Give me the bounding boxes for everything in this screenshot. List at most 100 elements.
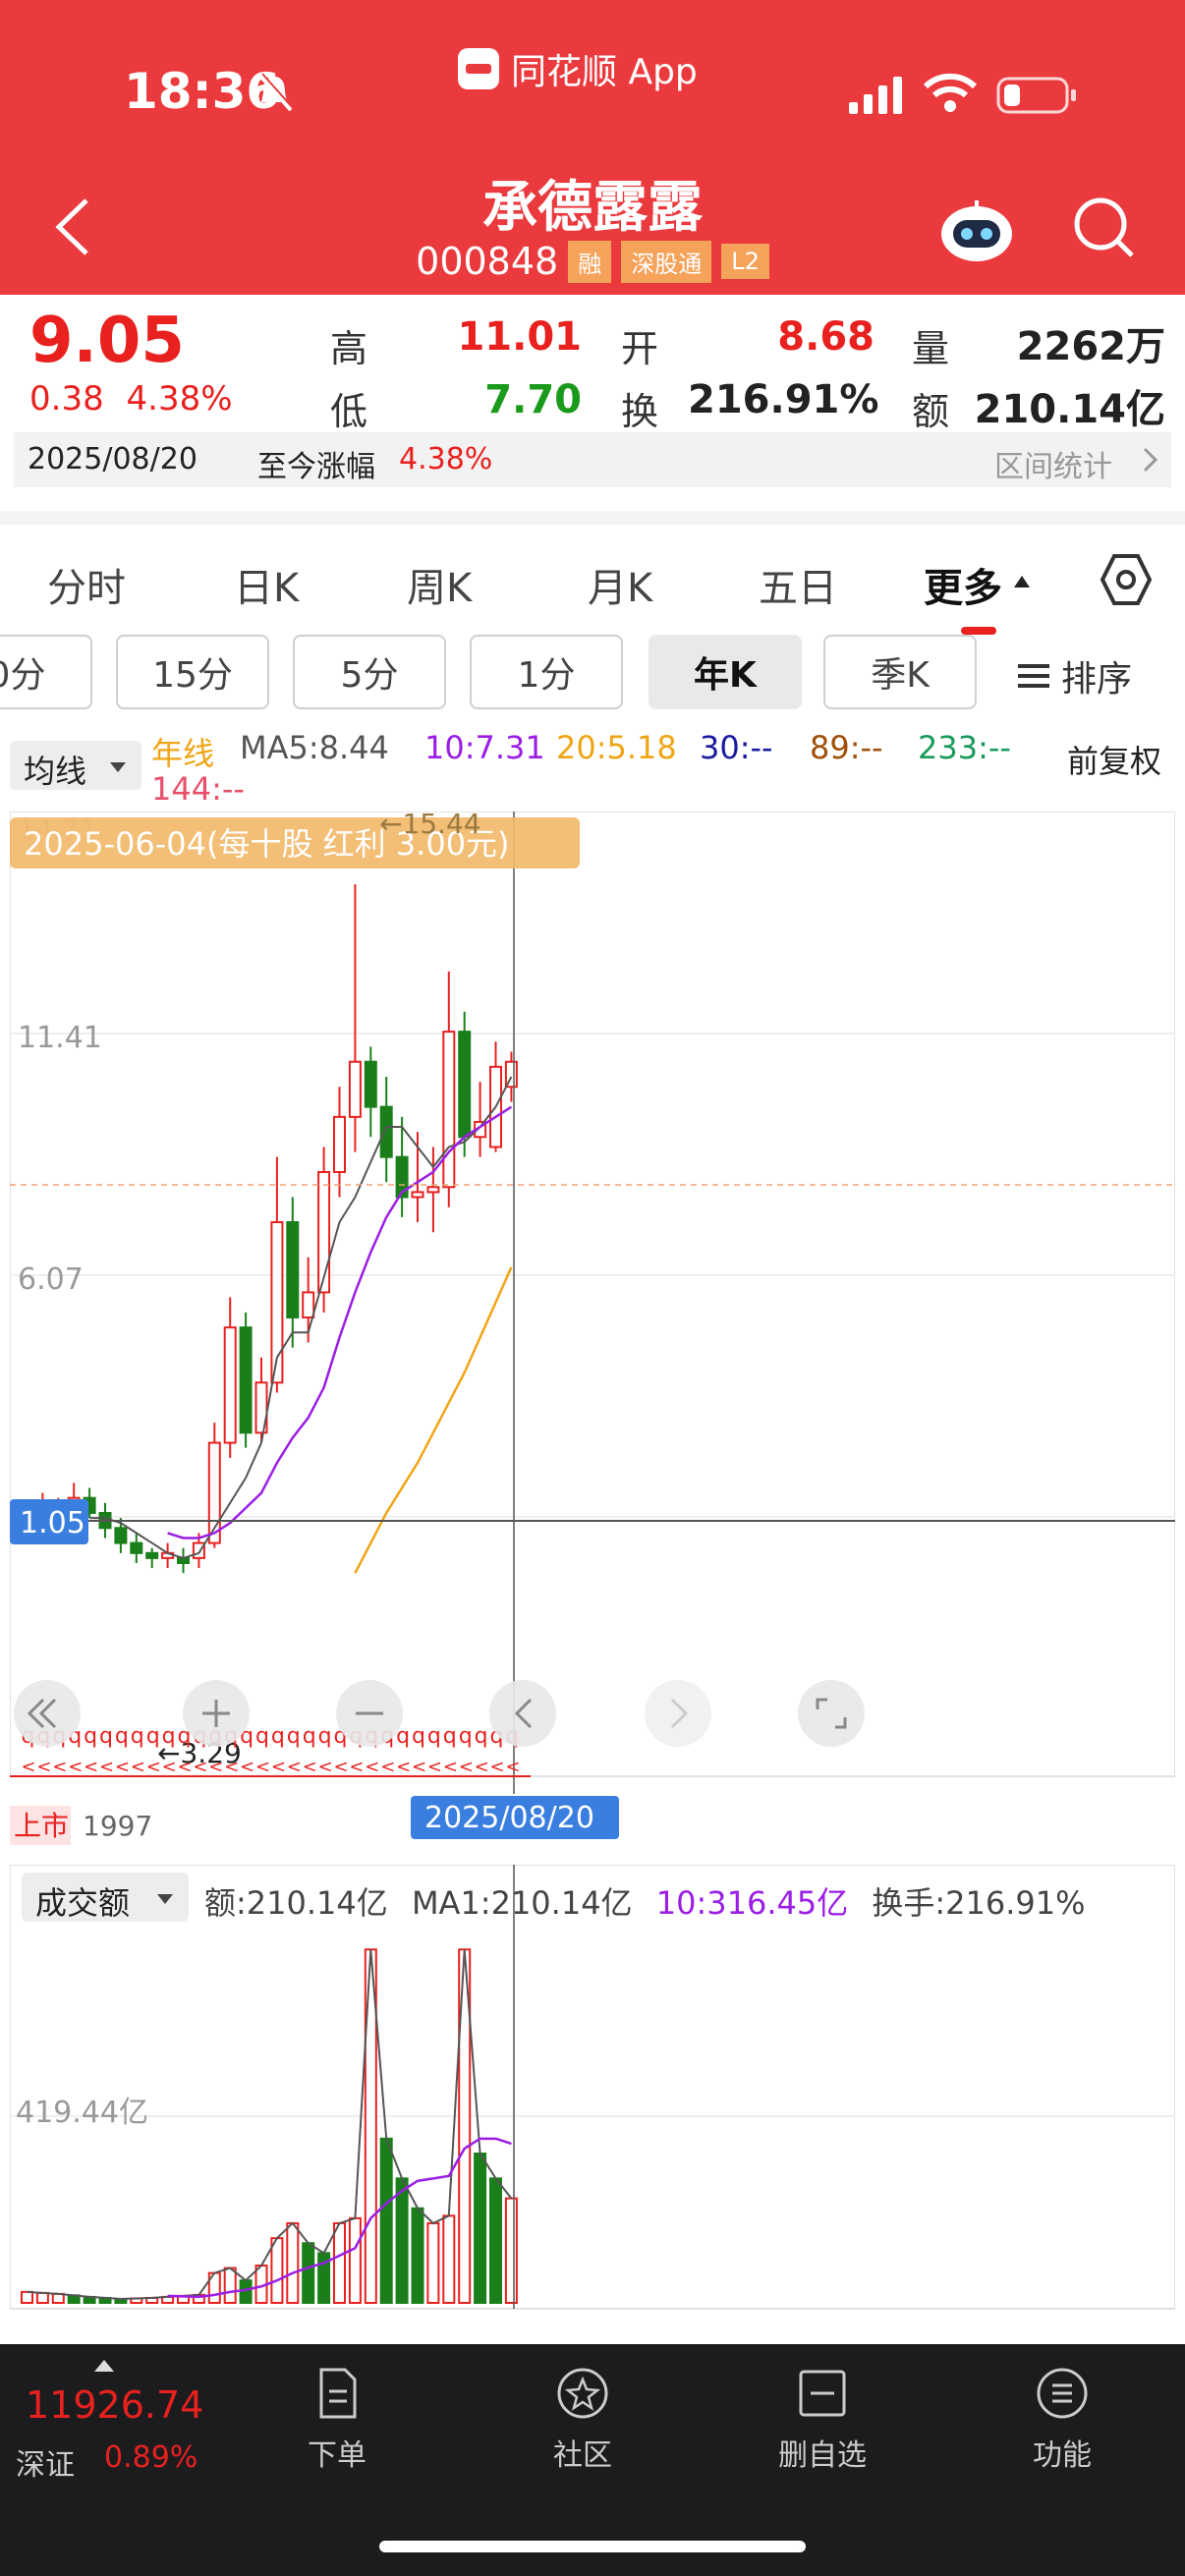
volume-bar xyxy=(489,2177,502,2304)
ma5-label: MA5:8.44 xyxy=(240,729,389,766)
dividend-marker: q xyxy=(443,1724,457,1749)
cursor-date: 2025/08/20 xyxy=(424,1801,594,1835)
ma-legend: 均线 年线 MA5:8.44 10:7.31 20:5.18 30:-- 89:… xyxy=(0,727,1185,815)
turnover-value: 216.91% xyxy=(688,377,879,422)
mute-bell-icon xyxy=(257,73,295,112)
tab-five-day[interactable]: 五日 xyxy=(759,556,837,613)
sort-button[interactable]: 排序 xyxy=(1018,650,1132,701)
dividend-marker: q xyxy=(131,1724,144,1749)
candle-body xyxy=(364,1060,377,1108)
split-marker: < xyxy=(505,1757,520,1777)
nav-functions[interactable]: 功能 xyxy=(998,2364,1126,2474)
scroll-right-button[interactable] xyxy=(645,1680,711,1747)
scroll-left-button[interactable] xyxy=(489,1680,556,1747)
split-marker: < xyxy=(162,1757,177,1777)
tab-daily[interactable]: 日K xyxy=(234,556,299,613)
ma144-label: 144:-- xyxy=(151,770,245,808)
split-marker: < xyxy=(443,1757,458,1777)
candle-body xyxy=(411,1191,424,1199)
volume-bar xyxy=(333,2221,346,2304)
ma-selector[interactable]: 均线 xyxy=(10,741,141,790)
settings-hexagon-icon[interactable] xyxy=(1099,552,1154,607)
amount-value: 210.14亿 xyxy=(974,387,1165,432)
split-marker: < xyxy=(427,1757,442,1777)
year-line-label: 年线 xyxy=(151,735,215,772)
volume-value: 2262万 xyxy=(1016,324,1165,369)
chevron-right-icon xyxy=(1143,447,1158,473)
volume-bar xyxy=(426,2221,440,2304)
search-icon[interactable] xyxy=(1069,193,1138,261)
candle-body xyxy=(442,1031,456,1189)
volume-bar xyxy=(223,2267,237,2305)
home-indicator xyxy=(379,2541,806,2552)
subtab-15min[interactable]: 15分 xyxy=(116,635,269,709)
volume-bar xyxy=(348,2216,362,2304)
ma-selector-label: 均线 xyxy=(24,753,87,790)
nav-community[interactable]: 社区 xyxy=(519,2364,647,2474)
high-marker: ←15.44 xyxy=(379,812,481,840)
dividend-marker: q xyxy=(162,1724,176,1749)
turnover-label: 换 xyxy=(621,390,659,433)
split-marker: < xyxy=(146,1757,161,1777)
volume-bar xyxy=(35,2291,49,2304)
subtab-yearly[interactable]: 年K xyxy=(649,635,802,709)
range-bar[interactable]: 2025/08/20 至今涨幅 4.38% 区间统计 xyxy=(14,432,1171,487)
nav-remove-watchlist[interactable]: 删自选 xyxy=(759,2364,886,2474)
tab-monthly[interactable]: 月K xyxy=(588,556,652,613)
split-marker: < xyxy=(380,1757,395,1777)
tab-intraday[interactable]: 分时 xyxy=(47,556,126,613)
volume-bar xyxy=(395,2177,409,2304)
candle-body xyxy=(458,1031,472,1139)
candle-body xyxy=(223,1326,237,1444)
wifi-icon xyxy=(924,73,977,112)
dividend-marker: q xyxy=(287,1724,301,1749)
split-marker: < xyxy=(193,1757,207,1777)
subtab-quarterly[interactable]: 季K xyxy=(823,635,977,709)
scroll-left-fast-button[interactable] xyxy=(14,1680,81,1747)
volume-y-label: 419.44亿 xyxy=(16,2096,148,2130)
subtab-1min[interactable]: 1分 xyxy=(470,635,623,709)
change-percent: 4.38% xyxy=(126,379,233,419)
volume-bar xyxy=(286,2221,300,2304)
amount-label: 额 xyxy=(912,390,950,433)
dividend-marker: q xyxy=(99,1724,113,1749)
volume-chart[interactable]: 419.44亿 xyxy=(10,1865,1175,2317)
last-price: 9.05 xyxy=(29,305,185,377)
subtab-5min[interactable]: 5分 xyxy=(293,635,446,709)
kline-chart[interactable]: 14.71 11.41 6.07 1.05 2025-06-04(每十股 红利 … xyxy=(10,812,1175,1853)
nav-order[interactable]: 下单 xyxy=(273,2364,401,2474)
ai-assistant-icon[interactable] xyxy=(933,196,1020,265)
ma20-label: 20:5.18 xyxy=(556,729,677,766)
ma30-label: 30:-- xyxy=(700,729,773,766)
list-icon xyxy=(1018,664,1049,688)
split-marker: < xyxy=(490,1757,505,1777)
price-change: 0.38 4.38% xyxy=(29,379,233,419)
fullscreen-button[interactable] xyxy=(798,1680,865,1747)
nav-remove-watchlist-label: 删自选 xyxy=(778,2438,867,2473)
index-value[interactable]: 11926.74 xyxy=(26,2383,203,2427)
caret-up-icon xyxy=(1014,576,1030,588)
range-stats-link[interactable]: 区间统计 xyxy=(994,442,1112,485)
split-marker: < xyxy=(208,1757,223,1777)
index-change: 0.89% xyxy=(104,2440,198,2475)
split-marker: < xyxy=(178,1757,193,1777)
tab-weekly[interactable]: 周K xyxy=(407,556,472,613)
dividend-marker: q xyxy=(459,1724,473,1749)
ipo-label: 上市 xyxy=(14,1810,69,1842)
split-marker: < xyxy=(22,1757,36,1777)
split-marker: < xyxy=(68,1757,83,1777)
open-value: 8.68 xyxy=(777,314,875,360)
menu-circle-icon xyxy=(1037,2368,1088,2419)
tab-more[interactable]: 更多 xyxy=(924,556,1002,613)
volume-bar xyxy=(302,2242,315,2304)
split-marker: < xyxy=(318,1757,333,1777)
candle-body xyxy=(333,1115,346,1173)
split-marker: < xyxy=(271,1757,286,1777)
subtab-30min[interactable]: 0分 xyxy=(0,635,92,709)
volume-bar xyxy=(21,2290,33,2304)
caret-down-icon xyxy=(110,762,126,772)
nav-order-label: 下单 xyxy=(308,2438,367,2473)
ma233-label: 233:-- xyxy=(918,729,1011,766)
adjust-mode-button[interactable]: 前复权 xyxy=(1067,737,1161,782)
crosshair-value: 1.05 xyxy=(20,1506,85,1540)
